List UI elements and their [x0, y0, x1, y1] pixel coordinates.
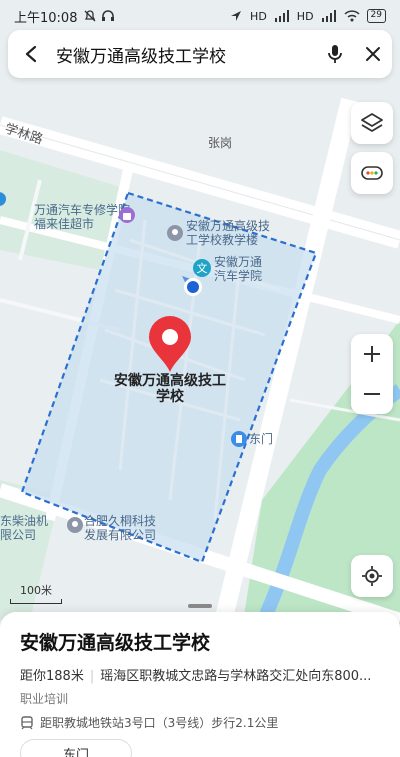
poi-label-auto-school[interactable]: 安徽万通汽车学院: [214, 255, 264, 283]
place-info-row: 距你188米 | 瑶海区职教城文忠路与学林路交汇处向东800...: [20, 665, 380, 684]
navigation-arrow-icon: [231, 11, 242, 21]
sheet-drag-handle[interactable]: [188, 604, 212, 608]
headphone-icon: [102, 10, 115, 21]
zoom-control: [351, 334, 393, 414]
microphone-icon: [328, 45, 342, 63]
map-scale: 100米: [10, 582, 62, 604]
place-address: 瑶海区职教城文忠路与学林路交汇处向东800...: [100, 669, 372, 684]
poi-label-east-gate[interactable]: 东门: [249, 432, 273, 446]
place-category: 职业培训: [20, 692, 69, 706]
signal-label-2: HD: [296, 9, 314, 23]
crosshair-icon: [362, 566, 382, 586]
transit-text: 距职教城地铁站3号口（3号线）步行2.1公里: [40, 716, 279, 730]
minus-icon: [364, 393, 380, 395]
poi-label-teaching-building[interactable]: 安徽万通高级技工学校教学楼: [186, 219, 276, 247]
scale-label: 100米: [20, 584, 52, 597]
wifi-icon: [344, 10, 360, 22]
poi-label-jiutong[interactable]: 合肥久桐科技发展有限公司: [84, 514, 160, 542]
map-edge-icon: [0, 192, 6, 206]
gate-icon: [231, 431, 247, 447]
back-arrow-icon: [25, 45, 37, 63]
status-bar: 上午10:08 HD HD 29: [0, 0, 400, 32]
search-bar: 安徽万通高级技工学校: [8, 30, 392, 78]
back-button[interactable]: [8, 30, 56, 78]
more-tools-button[interactable]: [351, 152, 393, 194]
location-marker-icon[interactable]: [147, 316, 193, 374]
place-detail-sheet[interactable]: 安徽万通高级技工学校 距你188米 | 瑶海区职教城文忠路与学林路交汇处向东800.…: [0, 612, 400, 757]
signal-icon: [321, 10, 336, 22]
place-title: 安徽万通高级技工学校: [20, 633, 211, 654]
plus-icon: [364, 346, 380, 362]
place-pin-icon: [167, 225, 183, 241]
area-label-zhanggang: 张岗: [208, 136, 233, 150]
current-location-icon: [182, 276, 202, 296]
zoom-out-button[interactable]: [351, 374, 393, 414]
marker-title[interactable]: 安徽万通高级技工学校: [110, 373, 230, 405]
battery-indicator: 29: [366, 9, 386, 23]
poi-label-diesel-company[interactable]: 东柴油机限公司: [0, 514, 48, 542]
signal-label-1: HD: [250, 9, 267, 23]
layers-button[interactable]: [351, 102, 393, 144]
subway-icon: [21, 715, 33, 729]
layers-icon: [361, 113, 383, 132]
place-distance: 距你188米: [20, 669, 84, 684]
search-input[interactable]: 安徽万通高级技工学校: [56, 42, 316, 67]
status-time: 上午10:08: [14, 10, 78, 26]
shopping-bag-icon: [119, 207, 135, 223]
scale-bar: [10, 599, 62, 604]
close-icon: [366, 47, 380, 61]
place-pin-icon: [67, 517, 83, 533]
east-gate-chip[interactable]: 东门: [20, 739, 132, 757]
divider: |: [89, 669, 95, 684]
zoom-in-button[interactable]: [351, 334, 393, 374]
transit-info: 距职教城地铁站3号口（3号线）步行2.1公里: [20, 714, 380, 731]
clear-search-button[interactable]: [354, 30, 392, 78]
locate-me-button[interactable]: [351, 555, 393, 597]
toolbox-icon: [361, 166, 383, 180]
voice-search-button[interactable]: [316, 30, 354, 78]
mute-bell-icon: [85, 10, 96, 22]
signal-icon: [274, 10, 289, 22]
